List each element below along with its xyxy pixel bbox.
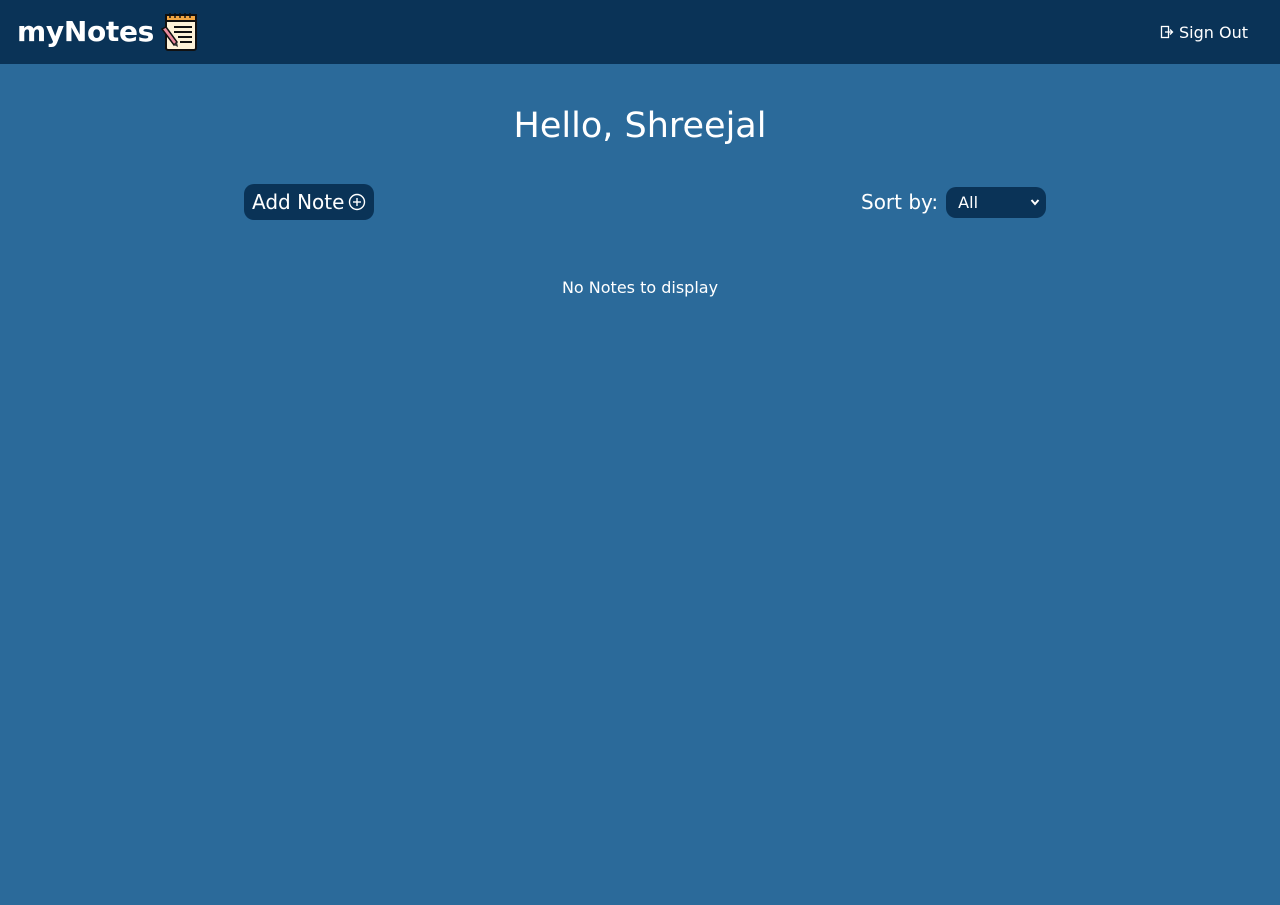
notepad-pencil-icon [160, 13, 198, 51]
plus-circle-icon [348, 193, 366, 211]
sort-selected-value: All [958, 192, 979, 212]
empty-state-text: No Notes to display [561, 278, 719, 297]
sort-label: Sort by: [861, 190, 939, 214]
sort-select[interactable]: All [946, 186, 1047, 218]
chevron-down-icon [1030, 199, 1040, 206]
add-note-label: Add Note [252, 190, 345, 214]
sort-control: Sort by: All [861, 184, 1047, 220]
sign-out-button[interactable]: Sign Out [1160, 20, 1248, 44]
brand[interactable]: myNotes [17, 12, 198, 52]
brand-title: myNotes [17, 15, 155, 48]
empty-state-message: No Notes to display [0, 277, 1280, 299]
sign-out-label: Sign Out [1179, 22, 1248, 42]
add-note-button[interactable]: Add Note [244, 184, 374, 220]
sign-out-icon [1160, 25, 1174, 39]
greeting-heading: Hello, Shreejal [0, 100, 1280, 152]
greeting-text: Hello, Shreejal [513, 106, 767, 146]
navbar: myNotes Sign Out [0, 0, 1280, 64]
